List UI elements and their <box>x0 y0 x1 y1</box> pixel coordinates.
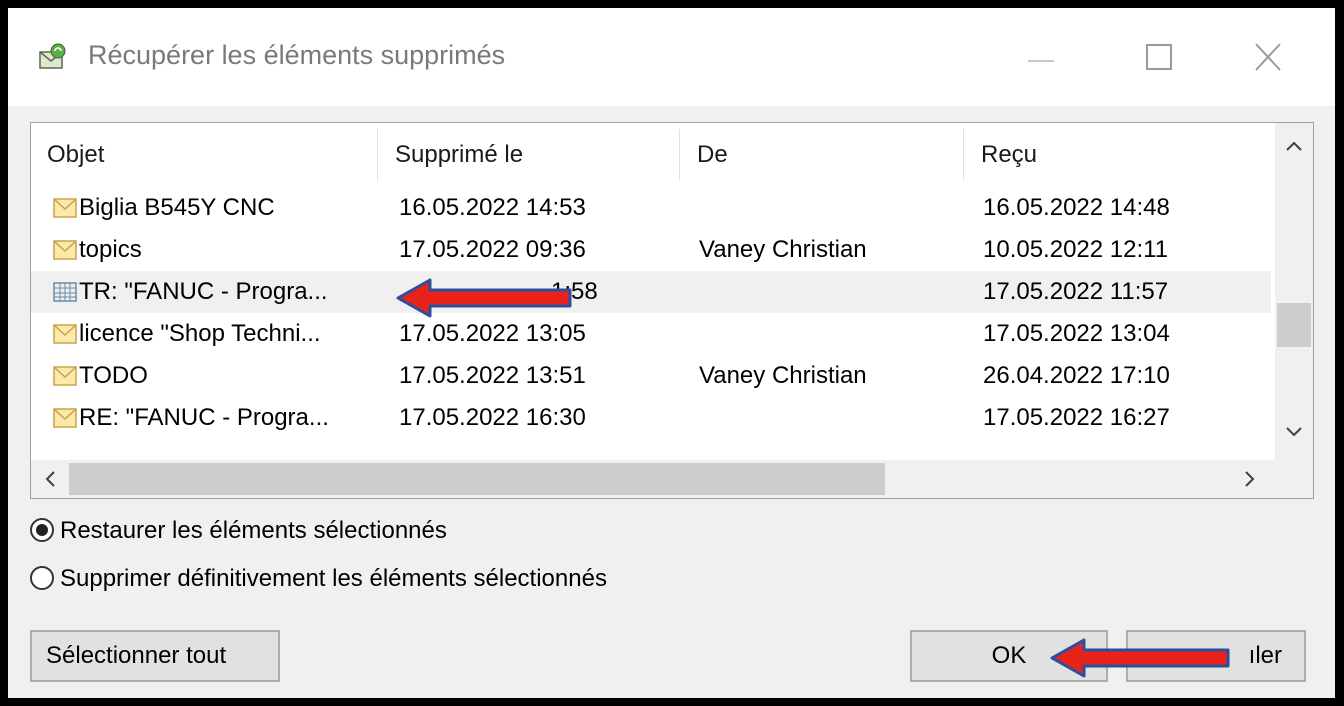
column-header-deleted[interactable]: Supprimé le <box>379 123 679 185</box>
cell-deleted: 17.05.2022 09:36 <box>399 236 586 263</box>
select-all-button[interactable]: Sélectionner tout <box>30 630 280 682</box>
column-header-row: Objet Supprimé le De Reçu <box>31 123 1271 185</box>
minimize-button[interactable] <box>1010 30 1070 86</box>
cell-deleted: 16.05.2022 14:53 <box>399 194 586 221</box>
restore-radio[interactable] <box>30 518 54 542</box>
cell-deleted: 17.05.2022 16:30 <box>399 404 586 431</box>
window-title: Récupérer les éléments supprimés <box>88 40 506 70</box>
envelope-icon <box>53 198 77 218</box>
delete-permanently-label[interactable]: Supprimer définitivement les éléments sé… <box>60 560 607 598</box>
table-row[interactable]: topics 17.05.2022 09:36 Vaney Christian … <box>31 229 1271 271</box>
envelope-icon <box>53 366 77 386</box>
close-button[interactable] <box>1238 30 1298 86</box>
chevron-down-icon[interactable] <box>1284 425 1304 439</box>
deleted-items-list[interactable]: Objet Supprimé le De Reçu Biglia B545Y C… <box>30 122 1314 499</box>
cell-received: 17.05.2022 11:57 <box>983 278 1169 305</box>
envelope-icon <box>53 408 77 428</box>
annotation-arrow-left <box>1050 638 1230 678</box>
chevron-right-icon[interactable] <box>1243 470 1257 488</box>
table-row[interactable]: licence "Shop Techni... 17.05.2022 13:05… <box>31 313 1271 355</box>
table-row-highlighted[interactable]: TR: "FANUC - Progra... 1:58 17.05.2022 1… <box>31 271 1271 313</box>
cell-received: 17.05.2022 16:27 <box>983 404 1170 431</box>
vertical-scrollbar[interactable] <box>1275 123 1313 460</box>
recycle-mail-icon <box>39 43 66 69</box>
chevron-up-icon[interactable] <box>1284 139 1304 153</box>
chevron-left-icon[interactable] <box>43 470 57 488</box>
table-row[interactable]: RE: "FANUC - Progra... 17.05.2022 16:30 … <box>31 397 1271 439</box>
horizontal-scrollbar[interactable] <box>31 460 1277 498</box>
horizontal-scroll-thumb[interactable] <box>69 463 885 495</box>
annotation-arrow-left <box>396 278 572 318</box>
cell-from <box>699 187 959 229</box>
cancel-button-label: ıler <box>1248 642 1282 669</box>
column-divider[interactable] <box>377 129 378 181</box>
column-divider[interactable] <box>963 129 964 181</box>
calendar-icon <box>53 282 77 302</box>
cell-from: Vaney Christian <box>699 236 867 263</box>
cell-received: 10.05.2022 12:11 <box>983 236 1169 263</box>
cell-deleted: 17.05.2022 13:51 <box>399 362 586 389</box>
cell-received: 17.05.2022 13:04 <box>983 320 1170 347</box>
maximize-button[interactable] <box>1130 30 1190 86</box>
restore-label[interactable]: Restaurer les éléments sélectionnés <box>60 512 447 550</box>
cell-received: 16.05.2022 14:48 <box>983 194 1170 221</box>
close-icon <box>1255 43 1281 71</box>
vertical-scroll-thumb[interactable] <box>1277 303 1311 347</box>
column-divider[interactable] <box>679 129 680 181</box>
cell-subject: licence "Shop Techni... <box>79 320 321 347</box>
title-bar: Récupérer les éléments supprimés <box>8 8 1335 106</box>
envelope-icon <box>53 240 77 260</box>
cell-subject: TODO <box>79 362 148 389</box>
cell-subject: Biglia B545Y CNC <box>79 194 275 221</box>
cell-subject: topics <box>79 236 142 263</box>
column-header-subject[interactable]: Objet <box>31 123 377 185</box>
cell-deleted: 17.05.2022 13:05 <box>399 320 586 347</box>
cell-from <box>699 397 959 439</box>
delete-permanently-radio[interactable] <box>30 566 54 590</box>
table-row[interactable]: Biglia B545Y CNC 16.05.2022 14:53 16.05.… <box>31 187 1271 229</box>
envelope-icon <box>53 324 77 344</box>
cell-subject: RE: "FANUC - Progra... <box>79 404 329 431</box>
column-header-from[interactable]: De <box>681 123 963 185</box>
scrollbar-corner <box>1275 460 1313 498</box>
cell-from: Vaney Christian <box>699 362 867 389</box>
table-row[interactable]: TODO 17.05.2022 13:51 Vaney Christian 26… <box>31 355 1271 397</box>
cell-from <box>699 271 959 313</box>
cell-from <box>699 313 959 355</box>
recover-deleted-items-dialog: Récupérer les éléments supprimés Objet S… <box>8 8 1335 698</box>
cell-received: 26.04.2022 17:10 <box>983 362 1170 389</box>
column-header-received[interactable]: Reçu <box>965 123 1265 185</box>
cell-subject: TR: "FANUC - Progra... <box>79 278 328 305</box>
